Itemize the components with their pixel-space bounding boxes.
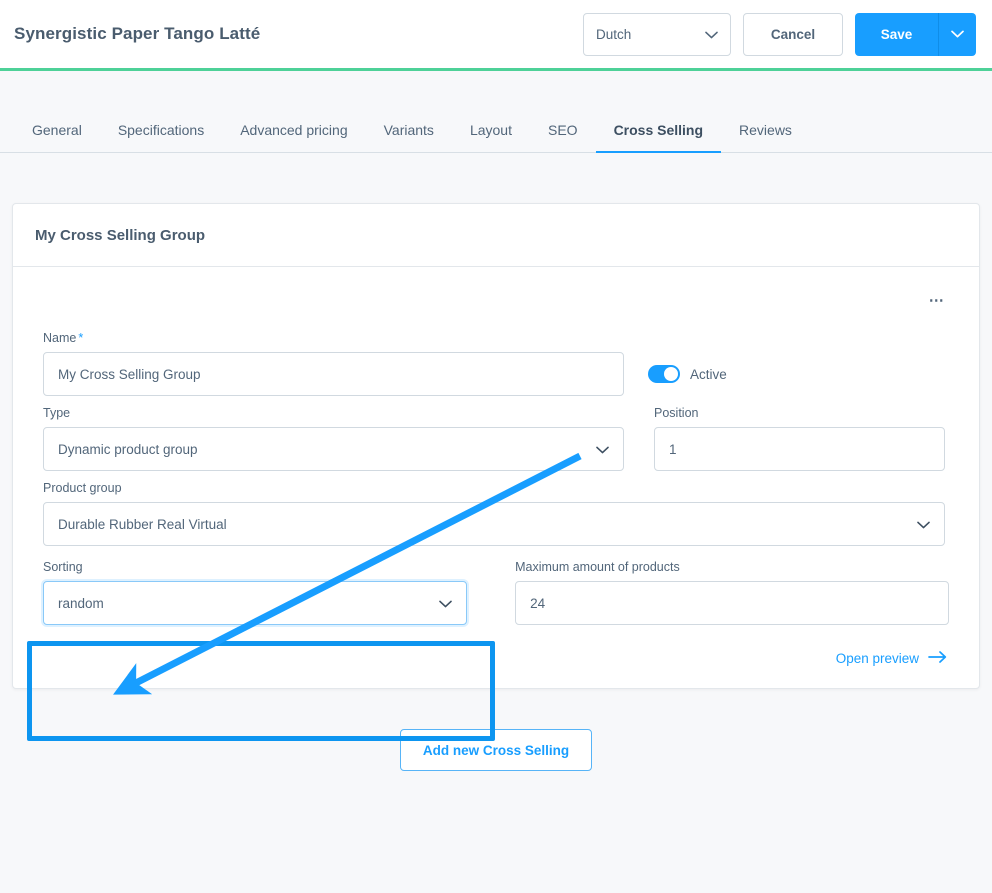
save-button-group: Save	[855, 13, 976, 56]
product-group-label: Product group	[43, 481, 945, 495]
active-toggle[interactable]	[648, 365, 680, 383]
add-new-cross-selling-button[interactable]: Add new Cross Selling	[400, 729, 592, 771]
chevron-down-icon	[705, 27, 718, 42]
cancel-button[interactable]: Cancel	[743, 13, 843, 56]
sorting-select-value: random	[58, 596, 104, 611]
ellipsis-icon[interactable]: ⋯	[925, 289, 949, 313]
active-toggle-label: Active	[690, 367, 727, 382]
product-group-select[interactable]: Durable Rubber Real Virtual	[43, 502, 945, 546]
max-products-input[interactable]: 24	[515, 581, 949, 625]
tab-seo[interactable]: SEO	[530, 122, 596, 152]
tab-cross-selling[interactable]: Cross Selling	[596, 122, 721, 152]
type-field-group: Type Dynamic product group	[43, 406, 624, 471]
tab-variants[interactable]: Variants	[366, 122, 452, 152]
language-select[interactable]: Dutch	[583, 13, 731, 56]
max-products-label: Maximum amount of products	[515, 560, 949, 574]
sorting-label: Sorting	[43, 560, 467, 574]
position-field-group: Position 1	[654, 406, 945, 471]
position-input[interactable]: 1	[654, 427, 945, 471]
position-label: Position	[654, 406, 945, 420]
main-content: My Cross Selling Group ⋯ Name* My Cross …	[0, 153, 992, 771]
type-select[interactable]: Dynamic product group	[43, 427, 624, 471]
sorting-row: Sorting random Maximum amount of product…	[43, 560, 949, 625]
card-title: My Cross Selling Group	[35, 227, 957, 244]
chevron-down-icon	[596, 442, 609, 457]
type-label: Type	[43, 406, 624, 420]
name-label: Name*	[43, 331, 624, 345]
card-body: ⋯ Name* My Cross Selling Group Active	[13, 267, 979, 688]
product-group-field-group: Product group Durable Rubber Real Virtua…	[43, 481, 945, 546]
sorting-select[interactable]: random	[43, 581, 467, 625]
type-select-value: Dynamic product group	[58, 442, 198, 457]
product-group-row: Product group Durable Rubber Real Virtua…	[43, 481, 949, 546]
save-button[interactable]: Save	[855, 13, 938, 56]
open-preview-label: Open preview	[836, 651, 919, 666]
type-position-row: Type Dynamic product group Position 1	[43, 406, 949, 471]
open-preview-link[interactable]: Open preview	[836, 651, 947, 666]
name-row: Name* My Cross Selling Group Active	[43, 331, 949, 396]
tab-general[interactable]: General	[14, 122, 100, 152]
page-title: Synergistic Paper Tango Latté	[14, 24, 260, 44]
chevron-down-icon	[439, 596, 452, 611]
add-row: Add new Cross Selling	[12, 729, 980, 771]
tab-specifications[interactable]: Specifications	[100, 122, 222, 152]
app-header: Synergistic Paper Tango Latté Dutch Canc…	[0, 0, 992, 68]
name-field-group: Name* My Cross Selling Group	[43, 331, 624, 396]
tab-layout[interactable]: Layout	[452, 122, 530, 152]
language-select-value: Dutch	[596, 27, 631, 42]
cross-selling-card: My Cross Selling Group ⋯ Name* My Cross …	[12, 203, 980, 689]
save-dropdown-button[interactable]	[938, 13, 976, 56]
tab-bar: General Specifications Advanced pricing …	[0, 71, 992, 153]
toggle-knob	[664, 367, 678, 381]
active-toggle-group: Active	[648, 352, 727, 396]
card-toolbar: ⋯	[43, 281, 949, 321]
header-actions: Dutch Cancel Save	[583, 13, 976, 56]
sorting-field-group: Sorting random	[43, 560, 467, 625]
max-products-field-group: Maximum amount of products 24	[515, 560, 949, 625]
chevron-down-icon	[951, 25, 964, 43]
name-label-text: Name	[43, 331, 76, 345]
card-header: My Cross Selling Group	[13, 204, 979, 267]
product-group-select-value: Durable Rubber Real Virtual	[58, 517, 227, 532]
arrow-right-icon	[928, 651, 947, 666]
required-marker: *	[78, 331, 83, 345]
tab-advanced-pricing[interactable]: Advanced pricing	[222, 122, 365, 152]
tab-reviews[interactable]: Reviews	[721, 122, 810, 152]
preview-row: Open preview	[43, 651, 949, 666]
name-input[interactable]: My Cross Selling Group	[43, 352, 624, 396]
chevron-down-icon	[917, 517, 930, 532]
